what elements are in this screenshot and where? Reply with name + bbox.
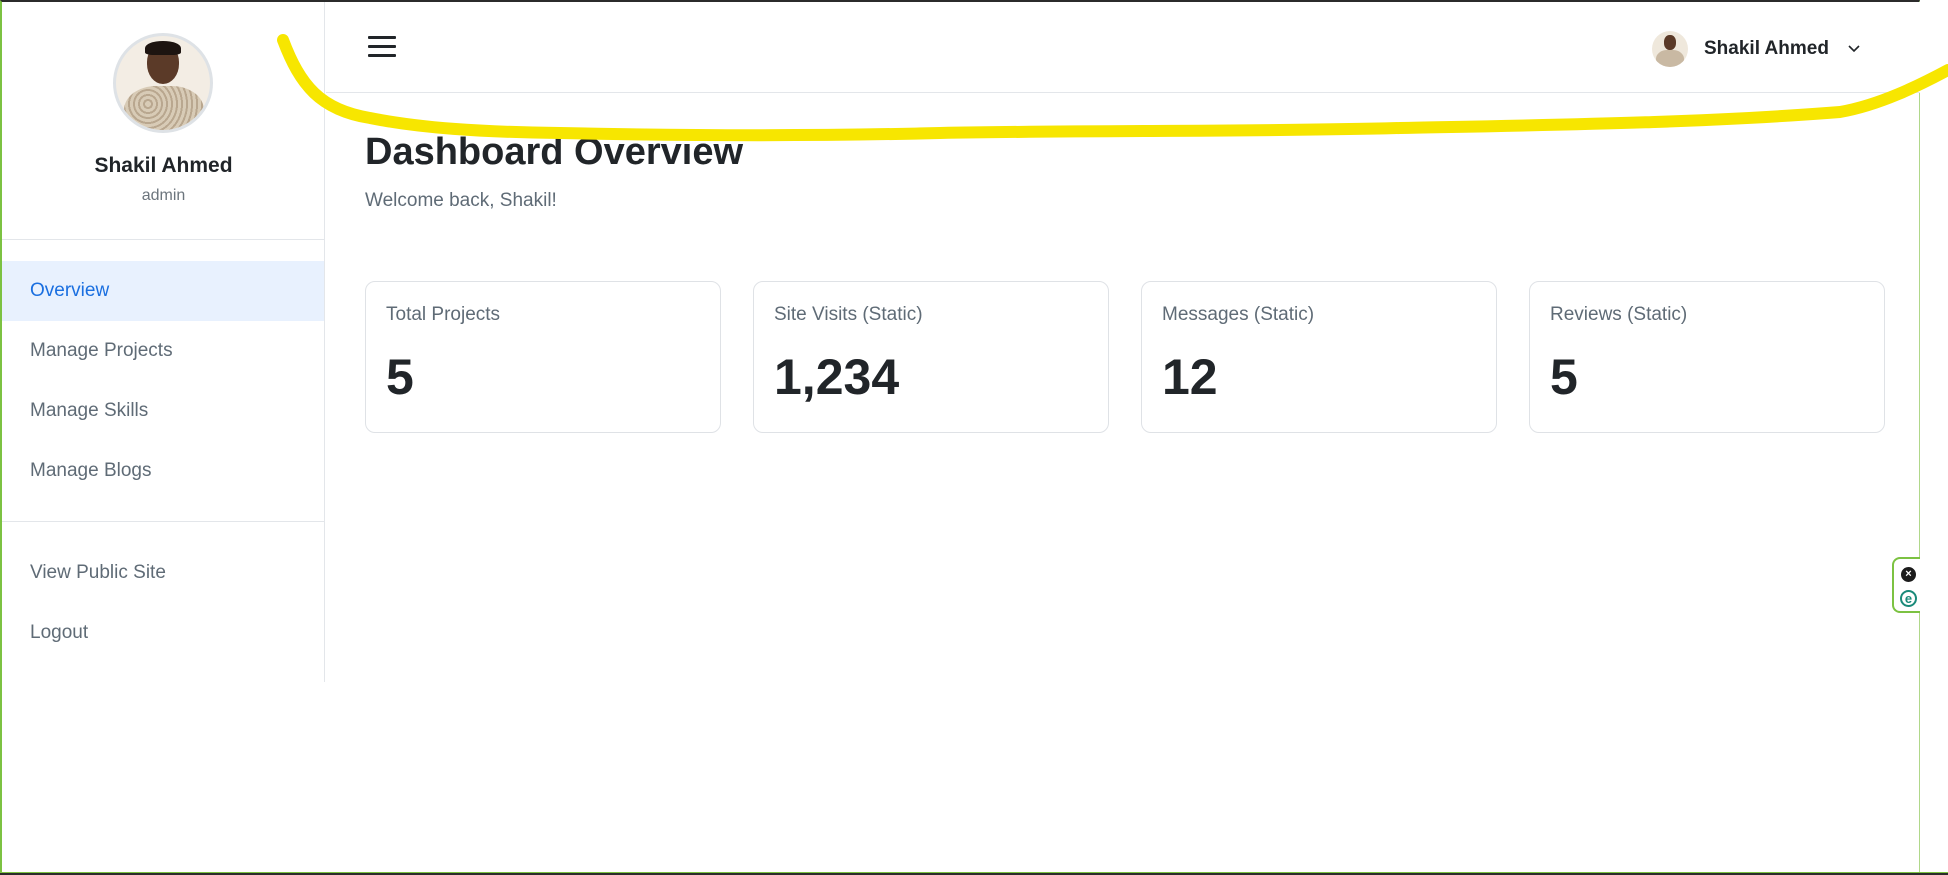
stat-value: 5 [1550,349,1578,405]
user-dropdown[interactable]: Shakil Ahmed [1652,29,1861,69]
sidebar-nav: Overview Manage Projects Manage Skills M… [2,261,324,501]
main-content: Dashboard Overview Welcome back, Shakil! [365,130,1885,212]
extension-widget: × e [1892,557,1920,613]
stat-label: Total Projects [386,304,501,325]
page-subtitle: Welcome back, Shakil! [365,189,557,211]
stat-label: Messages (Static) [1162,304,1315,325]
top-header: Shakil Ahmed [326,2,1920,93]
page-title: Dashboard Overview [365,131,744,173]
sidebar-divider [2,521,324,522]
stat-card-total-projects: Total Projects 5 [365,281,721,433]
chevron-down-icon [1848,45,1860,53]
stat-card-reviews: Reviews (Static) 5 [1529,281,1885,433]
user-name: Shakil Ahmed [1704,38,1829,59]
stat-value: 5 [386,349,414,405]
avatar [1652,31,1688,67]
sidebar-item-logout[interactable]: Logout [2,603,324,663]
stat-card-site-visits: Site Visits (Static) 1,234 [753,281,1109,433]
sidebar-item-view-public-site[interactable]: View Public Site [2,543,324,603]
close-circle-icon[interactable]: × [1901,567,1916,582]
sidebar-profile: Shakil Ahmed admin [2,2,324,240]
sidebar-secondary-nav: View Public Site Logout [2,543,324,663]
hamburger-menu-icon[interactable] [368,36,396,58]
sidebar-item-overview[interactable]: Overview [2,261,324,321]
stat-label: Site Visits (Static) [774,304,923,325]
sidebar: Shakil Ahmed admin Overview Manage Proje… [2,2,325,682]
stat-label: Reviews (Static) [1550,304,1688,325]
extension-e-icon[interactable]: e [1900,590,1917,607]
profile-avatar [113,33,213,133]
sidebar-item-manage-skills[interactable]: Manage Skills [2,381,324,441]
profile-role: admin [141,187,186,204]
stat-card-messages: Messages (Static) 12 [1141,281,1497,433]
stat-value: 1,234 [774,349,900,405]
sidebar-item-manage-blogs[interactable]: Manage Blogs [2,441,324,501]
stats-cards: Total Projects 5 Site Visits (Static) 1,… [365,281,1885,433]
profile-name: Shakil Ahmed [94,154,233,177]
sidebar-item-manage-projects[interactable]: Manage Projects [2,321,324,381]
stat-value: 12 [1162,349,1218,405]
